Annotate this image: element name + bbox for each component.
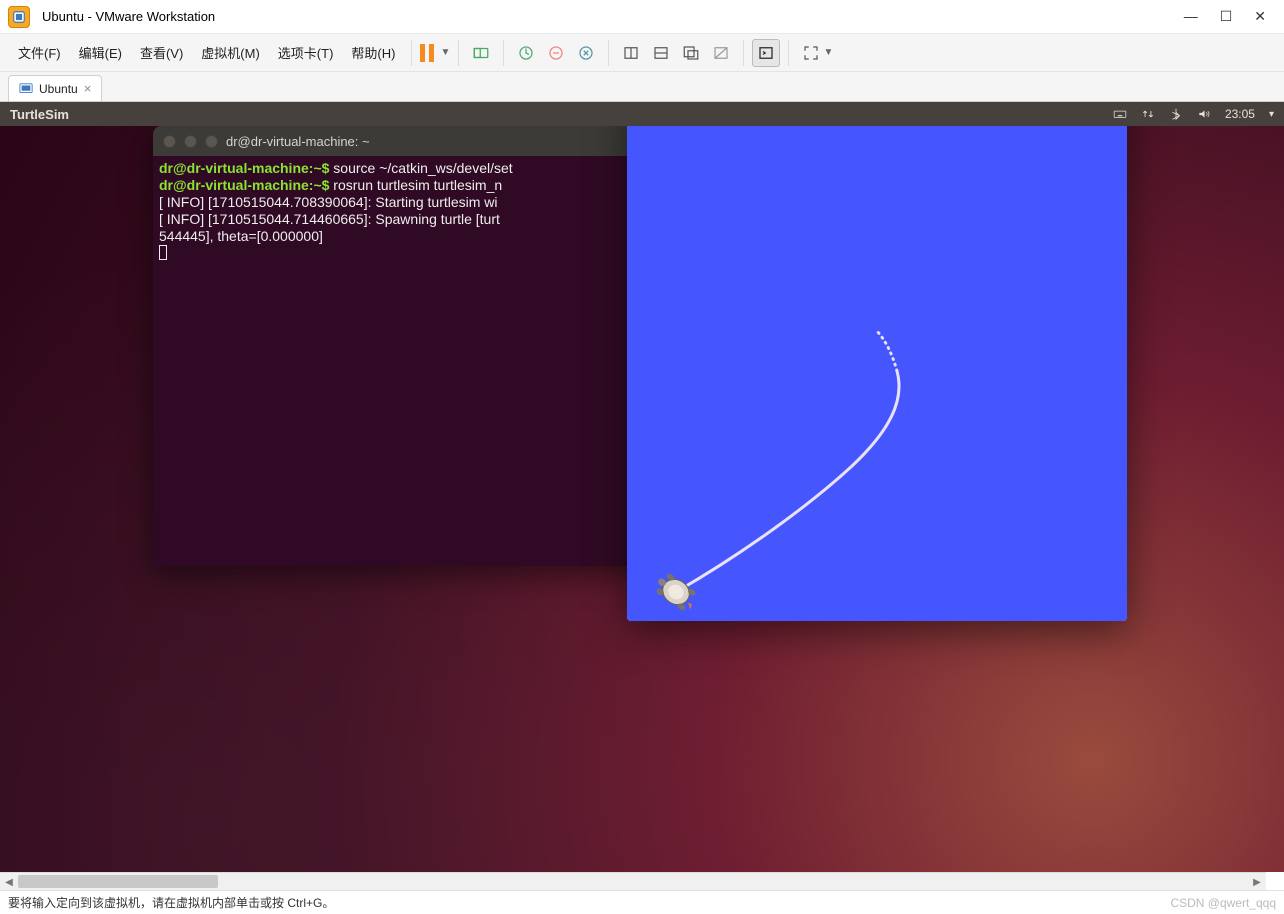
vmware-logo-icon — [8, 6, 30, 28]
vmware-tabbar: Ubuntu × — [0, 72, 1284, 102]
snapshot-revert-button[interactable] — [542, 39, 570, 67]
scroll-right-button[interactable]: ▶ — [1248, 873, 1266, 891]
monitor-icon — [19, 82, 33, 96]
horizontal-scrollbar[interactable]: ◀ ▶ — [0, 872, 1266, 890]
menu-tabs[interactable]: 选项卡(T) — [270, 39, 342, 66]
window-controls: ― ☐ ✕ — [1184, 8, 1276, 25]
terminal-title: dr@dr-virtual-machine: ~ — [226, 134, 370, 149]
menu-vm[interactable]: 虚拟机(M) — [193, 39, 268, 66]
close-button[interactable]: ✕ — [1254, 8, 1266, 25]
view-disable-button[interactable] — [707, 39, 735, 67]
terminal-maximize-button[interactable] — [205, 135, 218, 148]
terminal-minimize-button[interactable] — [184, 135, 197, 148]
guest-viewport[interactable]: TurtleSim 23:05 ▾ ? — [0, 102, 1284, 872]
ubuntu-menubar: TurtleSim 23:05 ▾ — [0, 102, 1284, 126]
view-multi-button[interactable] — [647, 39, 675, 67]
terminal-close-button[interactable] — [163, 135, 176, 148]
ubuntu-desktop[interactable]: dr@dr-virtual-machine: ~ dr@dr-virtual-m… — [0, 126, 1284, 872]
turtle-trail — [676, 371, 899, 592]
scroll-thumb[interactable] — [18, 875, 218, 888]
tab-close-button[interactable]: × — [84, 81, 92, 96]
console-view-button[interactable] — [752, 39, 780, 67]
turtlesim-window[interactable]: TurtleSim — [627, 126, 1127, 621]
volume-icon[interactable] — [1197, 107, 1211, 121]
status-hint: 要将输入定向到该虚拟机，请在虚拟机内部单击或按 Ctrl+G。 — [8, 894, 334, 911]
clock[interactable]: 23:05 — [1225, 107, 1255, 121]
terminal-cursor — [159, 245, 167, 260]
menu-view[interactable]: 查看(V) — [132, 39, 191, 66]
fullscreen-button[interactable]: ▼ — [797, 39, 825, 67]
keyboard-icon[interactable] — [1113, 107, 1127, 121]
turtle-trail-dotted — [875, 329, 897, 371]
menu-help[interactable]: 帮助(H) — [343, 39, 403, 66]
active-app-name: TurtleSim — [10, 107, 69, 122]
suspend-button[interactable]: ▼ — [420, 44, 450, 62]
send-ctrlaltdel-button[interactable] — [467, 39, 495, 67]
window-title: Ubuntu - VMware Workstation — [42, 9, 215, 24]
tab-label: Ubuntu — [39, 82, 78, 96]
vmware-statusbar: 要将输入定向到该虚拟机，请在虚拟机内部单击或按 Ctrl+G。 CSDN @qw… — [0, 890, 1284, 914]
network-icon[interactable] — [1141, 107, 1155, 121]
bluetooth-icon[interactable] — [1169, 107, 1183, 121]
chevron-down-icon[interactable]: ▼ — [440, 47, 450, 58]
snapshot-take-button[interactable] — [512, 39, 540, 67]
turtlesim-canvas[interactable] — [627, 126, 1127, 621]
system-menu-chevron-icon[interactable]: ▾ — [1269, 109, 1274, 120]
snapshot-manager-button[interactable] — [572, 39, 600, 67]
maximize-button[interactable]: ☐ — [1220, 8, 1233, 25]
vmware-menubar: 文件(F) 编辑(E) 查看(V) 虚拟机(M) 选项卡(T) 帮助(H) ▼ … — [0, 34, 1284, 72]
vmware-titlebar: Ubuntu - VMware Workstation ― ☐ ✕ — [0, 0, 1284, 34]
watermark: CSDN @qwert_qqq — [1170, 896, 1276, 910]
view-unity-button[interactable] — [677, 39, 705, 67]
tab-ubuntu[interactable]: Ubuntu × — [8, 75, 102, 101]
turtle-icon — [652, 570, 701, 614]
scroll-left-button[interactable]: ◀ — [0, 873, 18, 891]
menu-edit[interactable]: 编辑(E) — [71, 39, 130, 66]
minimize-button[interactable]: ― — [1184, 8, 1198, 25]
view-single-button[interactable] — [617, 39, 645, 67]
menu-file[interactable]: 文件(F) — [10, 39, 69, 66]
